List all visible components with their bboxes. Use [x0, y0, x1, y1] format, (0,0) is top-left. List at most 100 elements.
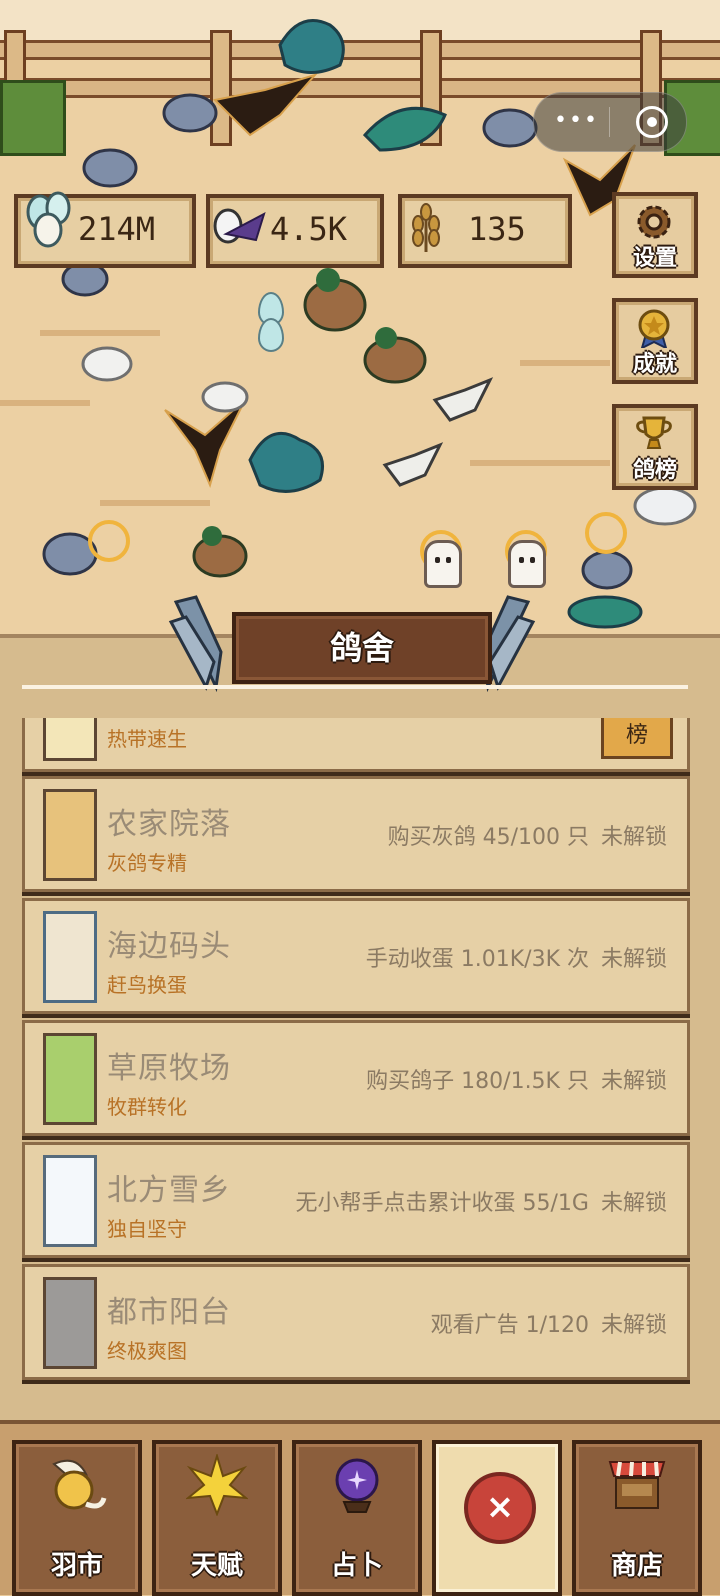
farm-thumbnail — [43, 1155, 97, 1247]
mallard-sprite[interactable] — [190, 520, 250, 580]
floor-line — [100, 500, 210, 506]
farm-name: 农家院落 — [107, 807, 231, 842]
floor-line — [40, 330, 160, 336]
farm-rank-button[interactable]: 榜 — [601, 718, 673, 759]
more-menu-icon[interactable]: ••• — [554, 110, 597, 132]
panel-divider — [22, 685, 688, 689]
farm-card[interactable]: 北方雪乡 独自坚守 无小帮手点击累计收蛋 55/1G 未解锁 — [22, 1142, 690, 1258]
farm-thumbnail — [43, 789, 97, 881]
farm-name: 北方雪乡 — [107, 1173, 231, 1208]
wheat-count: 135 — [468, 210, 526, 248]
wheat-counter: 135 — [398, 194, 572, 268]
farm-subtitle: 独自坚守 — [107, 1217, 187, 1241]
egg-counter: 214M — [14, 191, 196, 268]
crystal-ball-icon — [335, 1458, 379, 1513]
requirement-text: 购买灰鸽 45/100 只 — [387, 825, 589, 850]
leaderboard-button[interactable]: 鸽榜 — [612, 404, 698, 490]
farm-card[interactable]: 都市阳台 终极爽图 观看广告 1/120 未解锁 — [22, 1264, 690, 1380]
farm-thumbnail — [43, 1033, 97, 1125]
egg-count: 214M — [78, 210, 156, 248]
settings-label: 设置 — [632, 246, 677, 271]
wheat-icon — [412, 203, 440, 252]
mallard-sprite[interactable] — [360, 320, 430, 390]
timer-ring — [585, 512, 627, 554]
yard-back-wall — [0, 0, 720, 40]
requirement-text: 无小帮手点击累计收蛋 55/1G — [295, 1191, 589, 1216]
floor-line — [0, 400, 90, 406]
black-eagle-sprite[interactable] — [210, 70, 320, 140]
crane-sprite[interactable] — [430, 375, 495, 425]
farm-list[interactable]: 热带速生 榜 农家院落 灰鸽专精 购买灰鸽 45/100 只未解锁 海边码头 赶… — [0, 718, 720, 1398]
coin-feather-icon — [52, 1459, 107, 1510]
helper-ghost[interactable] — [508, 540, 546, 588]
peacock-sprite[interactable] — [240, 420, 330, 500]
helper-ghost[interactable] — [424, 540, 462, 588]
timer-ring — [88, 520, 130, 562]
nav-shop-label: 商店 — [610, 1551, 663, 1581]
feather-count: 4.5K — [270, 210, 348, 248]
nav-market-label: 羽市 — [50, 1551, 103, 1581]
egg-icon — [26, 191, 71, 248]
achievements-label: 成就 — [632, 352, 677, 377]
farm-thumbnail — [43, 718, 97, 761]
leaderboard-label: 鸽榜 — [632, 458, 677, 483]
close-icon: × — [464, 1472, 536, 1544]
achievements-button[interactable]: 成就 — [612, 298, 698, 384]
floor-line — [520, 360, 610, 366]
nav-divination-label: 占卜 — [330, 1551, 383, 1581]
lock-status: 未解锁 — [600, 947, 667, 972]
farm-unlock-requirement: 观看广告 1/120 未解锁 — [431, 1307, 667, 1339]
farm-subtitle: 终极爽图 — [107, 1339, 187, 1363]
medal-icon — [638, 309, 670, 348]
gray-pigeon-sprite[interactable] — [160, 85, 220, 135]
white-dove-sprite[interactable] — [200, 375, 250, 415]
farm-subtitle: 热带速生 — [107, 727, 187, 751]
miniprogram-capsule: ••• — [533, 92, 687, 152]
farm-card[interactable]: 热带速生 榜 — [22, 718, 690, 772]
settings-button[interactable]: 设置 — [612, 192, 698, 278]
close-miniprogram-icon[interactable] — [636, 106, 668, 138]
farm-card[interactable]: 海边码头 赶鸟换蛋 手动收蛋 1.01K/3K 次未解锁 — [22, 898, 690, 1014]
requirement-text: 购买鸽子 180/1.5K 只 — [366, 1069, 589, 1094]
peacock-sprite[interactable] — [270, 10, 350, 80]
lock-status: 未解锁 — [600, 825, 667, 850]
floor-line — [470, 460, 610, 466]
nav-market-button[interactable]: 羽市 — [12, 1440, 142, 1596]
nav-talent-label: 天赋 — [190, 1551, 243, 1581]
requirement-text: 手动收蛋 1.01K/3K 次 — [365, 947, 589, 972]
feather-icon — [213, 208, 266, 244]
farm-name: 都市阳台 — [107, 1295, 231, 1330]
farm-name: 海边码头 — [107, 929, 231, 964]
requirement-text: 观看广告 1/120 — [430, 1313, 589, 1338]
white-dove-sprite[interactable] — [80, 340, 135, 385]
feather-decoration-icon — [168, 595, 223, 692]
lock-status: 未解锁 — [600, 1313, 667, 1338]
farm-subtitle: 赶鸟换蛋 — [107, 973, 187, 997]
farm-card[interactable]: 草原牧场 牧群转化 购买鸽子 180/1.5K 只未解锁 — [22, 1020, 690, 1136]
farm-card[interactable]: 农家院落 灰鸽专精 购买灰鸽 45/100 只未解锁 — [22, 776, 690, 892]
crane-sprite[interactable] — [380, 440, 445, 490]
farm-thumbnail — [43, 1277, 97, 1369]
farm-subtitle: 灰鸽专精 — [107, 851, 187, 875]
farm-name: 草原牧场 — [107, 1051, 231, 1086]
nav-shop-button[interactable]: 商店 — [572, 1440, 702, 1596]
gray-pigeon-sprite[interactable] — [480, 100, 540, 150]
bush-left — [0, 80, 66, 156]
nav-close-button[interactable]: × — [432, 1440, 562, 1596]
peacock-sprite[interactable] — [360, 95, 450, 155]
shop-stall-icon — [608, 1461, 666, 1509]
lock-status: 未解锁 — [600, 1191, 667, 1216]
farm-thumbnail — [43, 911, 97, 1003]
nav-divination-button[interactable]: 占卜 — [292, 1440, 422, 1596]
egg-pickup[interactable] — [258, 318, 284, 352]
nav-talent-button[interactable]: 天赋 — [152, 1440, 282, 1596]
trophy-icon — [636, 416, 672, 449]
lock-status: 未解锁 — [600, 1069, 667, 1094]
gray-pigeon-sprite[interactable] — [80, 140, 140, 190]
peacock-sprite[interactable] — [565, 590, 645, 630]
farm-subtitle: 牧群转化 — [107, 1095, 187, 1119]
farm-unlock-requirement: 购买鸽子 180/1.5K 只未解锁 — [366, 1063, 667, 1095]
farm-unlock-requirement: 手动收蛋 1.01K/3K 次未解锁 — [366, 941, 667, 973]
panel-title: 鸽舍 — [232, 612, 492, 684]
farm-unlock-requirement: 无小帮手点击累计收蛋 55/1G 未解锁 — [296, 1185, 667, 1217]
